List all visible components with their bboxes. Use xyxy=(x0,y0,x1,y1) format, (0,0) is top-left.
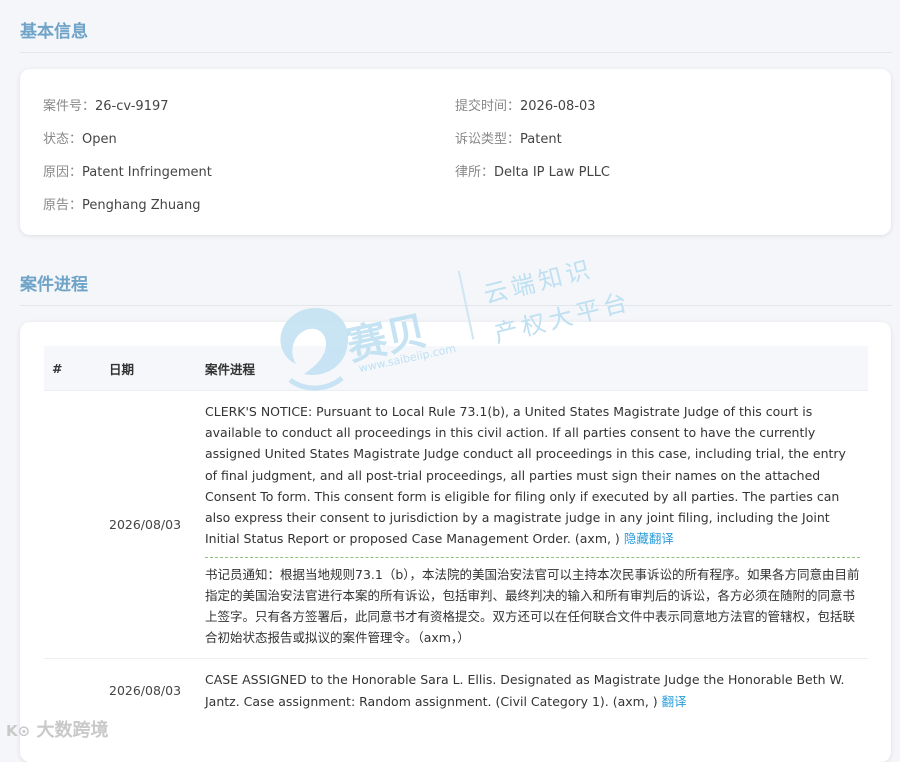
row-progress: CASE ASSIGNED to the Honorable Sara L. E… xyxy=(197,658,868,722)
law-firm-field: 律所：Delta IP Law PLLC xyxy=(455,165,611,180)
footer-logo-icon: K⊙ xyxy=(6,722,31,740)
row-number xyxy=(44,389,101,659)
col-header-progress: 案件进程 xyxy=(197,346,868,391)
status-field: 状态：Open xyxy=(43,132,117,147)
docket-text: CLERK'S NOTICE: Pursuant to Local Rule 7… xyxy=(205,404,846,547)
progress-table: # 日期 案件进程 2026/08/03 CLERK'S NOTICE: Pur… xyxy=(44,346,868,722)
case-type-value: Patent xyxy=(520,132,562,147)
footer-logo: K⊙ 大数跨境 xyxy=(6,716,108,742)
status-value: Open xyxy=(82,132,117,147)
case-type-field: 诉讼类型：Patent xyxy=(455,132,562,147)
plaintiff-field: 原告：Penghang Zhuang xyxy=(43,198,201,213)
row-number xyxy=(44,658,101,722)
docket-text: CASE ASSIGNED to the Honorable Sara L. E… xyxy=(205,672,845,709)
translation-text: 书记员通知：根据当地规则73.1（b），本法院的美国治安法官可以主持本次民事诉讼… xyxy=(205,557,860,648)
basic-info-title: 基本信息 xyxy=(20,22,88,42)
col-header-number: # xyxy=(44,346,101,391)
watermark-slogan-1: 云端知识 xyxy=(480,254,597,310)
divider xyxy=(20,52,892,53)
law-firm-value: Delta IP Law PLLC xyxy=(494,165,611,180)
case-progress-card: # 日期 案件进程 2026/08/03 CLERK'S NOTICE: Pur… xyxy=(20,322,891,762)
row-date: 2026/08/03 xyxy=(101,658,197,722)
table-row: 2026/08/03 CASE ASSIGNED to the Honorabl… xyxy=(44,658,868,722)
case-number-field: 案件号：26-cv-9197 xyxy=(43,99,169,114)
basic-info-card: 案件号：26-cv-9197 提交时间：2026-08-03 状态：Open 诉… xyxy=(20,69,891,235)
hide-translation-link[interactable]: 隐藏翻译 xyxy=(624,531,674,546)
row-progress: CLERK'S NOTICE: Pursuant to Local Rule 7… xyxy=(197,389,868,659)
translate-link[interactable]: 翻译 xyxy=(662,694,687,709)
filed-date-value: 2026-08-03 xyxy=(520,99,596,114)
plaintiff-value: Penghang Zhuang xyxy=(82,198,201,213)
case-number-value: 26-cv-9197 xyxy=(95,99,169,114)
footer-brand: 大数跨境 xyxy=(36,720,109,741)
cause-field: 原因：Patent Infringement xyxy=(43,165,212,180)
table-header-row: # 日期 案件进程 xyxy=(44,346,868,391)
col-header-date: 日期 xyxy=(101,346,197,391)
table-row: 2026/08/03 CLERK'S NOTICE: Pursuant to L… xyxy=(44,389,868,659)
divider xyxy=(20,305,892,306)
filed-date-field: 提交时间：2026-08-03 xyxy=(455,99,596,114)
row-date: 2026/08/03 xyxy=(101,389,197,659)
cause-value: Patent Infringement xyxy=(82,165,212,180)
case-progress-title: 案件进程 xyxy=(20,275,88,295)
